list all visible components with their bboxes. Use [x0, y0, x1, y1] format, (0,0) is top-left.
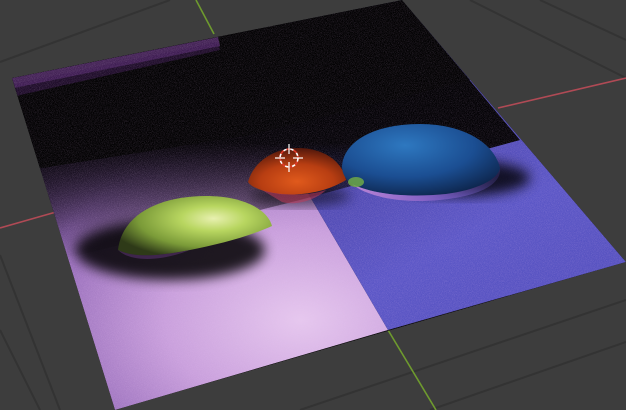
y-axis-line	[195, 0, 215, 35]
rendered-plane[interactable]	[0, 0, 626, 410]
x-axis-line	[0, 211, 57, 229]
y-axis-line-lower	[387, 329, 437, 410]
3d-viewport[interactable]	[0, 0, 626, 410]
x-axis-line-right	[497, 77, 626, 109]
viewport-canvas[interactable]	[0, 0, 626, 410]
